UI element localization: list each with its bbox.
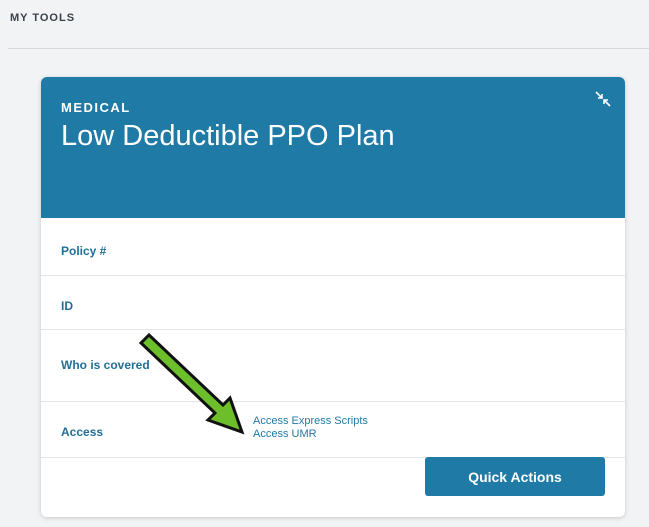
section-title: MY TOOLS [10,12,76,24]
access-umr-link[interactable]: Access UMR [253,428,368,441]
covered-label: Who is covered [61,358,150,372]
policy-row: Policy # [41,218,625,276]
collapse-arrows-icon [595,91,611,107]
plan-category: MEDICAL [61,100,131,115]
plan-card-header: MEDICAL Low Deductible PPO Plan [41,77,625,218]
id-label: ID [61,299,73,313]
plan-title: Low Deductible PPO Plan [61,120,395,152]
id-row: ID [41,276,625,330]
quick-actions-button[interactable]: Quick Actions [425,457,605,496]
plan-card: MEDICAL Low Deductible PPO Plan Policy #… [41,77,625,517]
access-label: Access [61,425,104,439]
access-row: Access Access Express Scripts Access UMR [41,402,625,458]
collapse-button[interactable] [591,87,615,111]
policy-label: Policy # [61,244,107,258]
section-divider [8,48,649,49]
covered-row: Who is covered [41,330,625,402]
access-links: Access Express Scripts Access UMR [253,415,368,441]
access-express-scripts-link[interactable]: Access Express Scripts [253,415,368,428]
